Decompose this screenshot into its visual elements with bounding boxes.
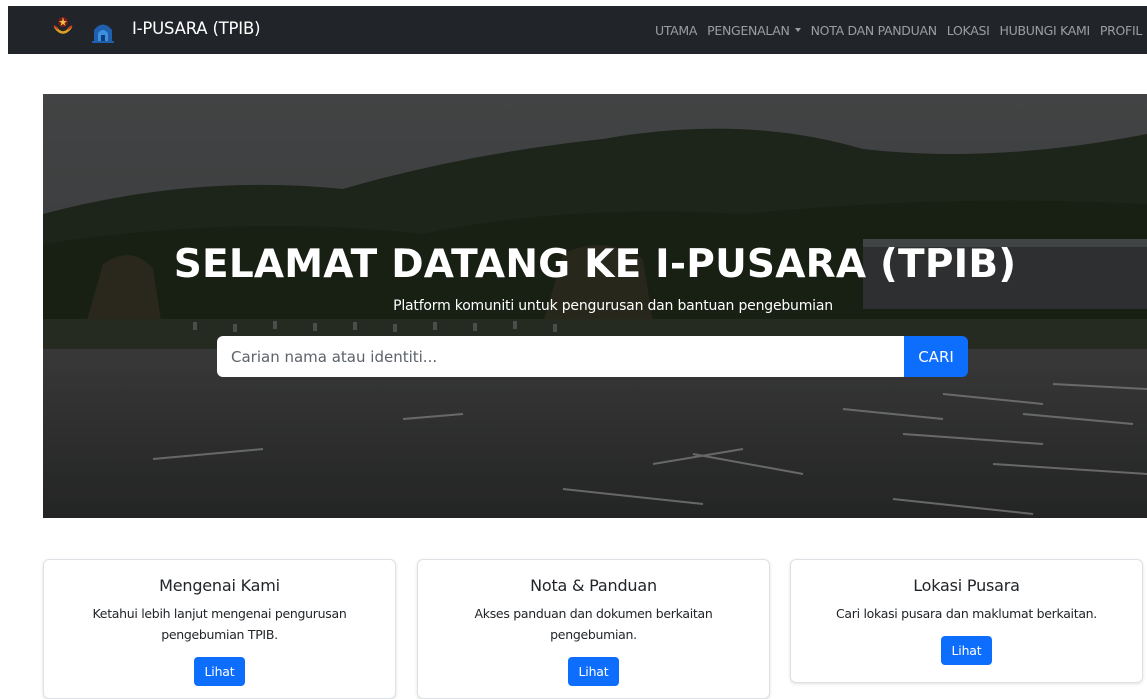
hero-title: SELAMAT DATANG KE I-PUSARA (TPIB): [43, 242, 1147, 287]
card-title: Lokasi Pusara: [913, 576, 1020, 595]
card-mengenai-kami: Mengenai Kami Ketahui lebih lanjut menge…: [43, 559, 396, 699]
lihat-button[interactable]: Lihat: [193, 657, 246, 686]
search-button[interactable]: CARI: [904, 336, 968, 377]
chevron-down-icon: [794, 28, 801, 32]
nav-link-utama[interactable]: UTAMA: [650, 23, 702, 38]
nav-link-hubungi-kami[interactable]: HUBUNGI KAMI: [995, 23, 1095, 38]
nav-link-lokasi[interactable]: LOKASI: [942, 23, 995, 38]
hero-title-text: SELAMAT DATANG KE I-PUSARA (TPIB): [173, 242, 1017, 287]
brand-title[interactable]: I-PUSARA (TPIB): [132, 19, 261, 38]
card-text: Akses panduan dan dokumen berkaitan peng…: [474, 606, 713, 642]
nav-link-pengenalan-label: PENGENALAN: [707, 22, 790, 38]
lihat-button[interactable]: Lihat: [940, 636, 993, 665]
nav-link-nota-dan-panduan[interactable]: NOTA DAN PANDUAN: [806, 23, 942, 38]
mosque-logo-icon[interactable]: [90, 18, 116, 44]
nav-menu: UTAMA PENGENALAN NOTA DAN PANDUAN LOKASI…: [650, 6, 1147, 54]
search-input[interactable]: [217, 336, 904, 377]
search-bar: CARI: [217, 336, 968, 377]
card-text: Ketahui lebih lanjut mengenai pengurusan…: [92, 606, 347, 642]
nav-link-profil[interactable]: PROFIL: [1095, 23, 1147, 38]
nav-link-pengenalan[interactable]: PENGENALAN: [702, 23, 805, 38]
top-navbar: I-PUSARA (TPIB) UTAMA PENGENALAN NOTA DA…: [8, 6, 1147, 54]
hero-banner: SELAMAT DATANG KE I-PUSARA (TPIB) Platfo…: [43, 94, 1147, 518]
card-title: Mengenai Kami: [159, 576, 280, 595]
card-text: Cari lokasi pusara dan maklumat berkaita…: [836, 606, 1097, 621]
card-nota-panduan: Nota & Panduan Akses panduan dan dokumen…: [417, 559, 770, 699]
card-lokasi-pusara: Lokasi Pusara Cari lokasi pusara dan mak…: [790, 559, 1143, 683]
card-title: Nota & Panduan: [530, 576, 657, 595]
lihat-button[interactable]: Lihat: [567, 657, 620, 686]
hero-subtitle: Platform komuniti untuk pengurusan dan b…: [393, 298, 833, 314]
crest-logo-icon[interactable]: [52, 14, 74, 38]
